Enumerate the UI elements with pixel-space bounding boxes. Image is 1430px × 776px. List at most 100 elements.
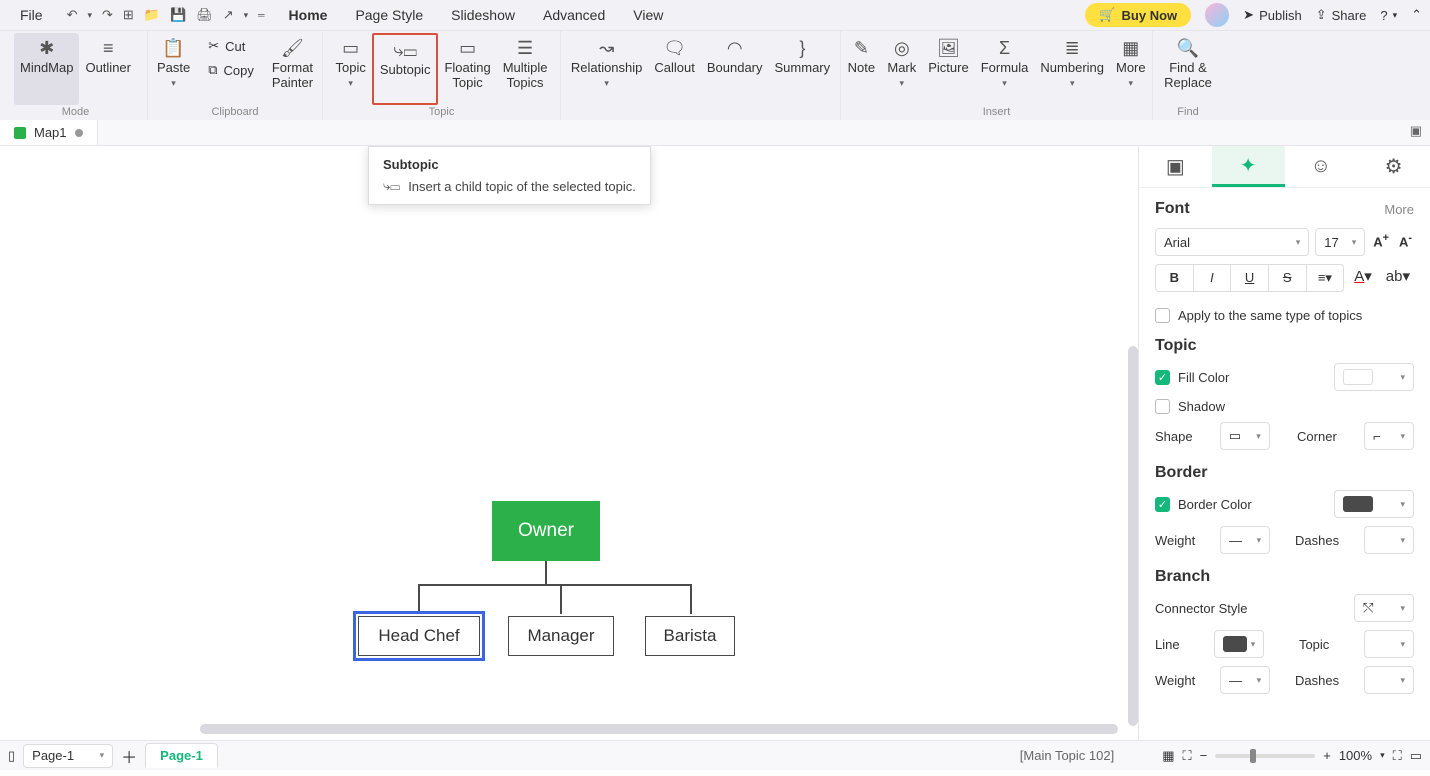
summary-button[interactable]: } Summary [769,33,837,105]
cut-button[interactable]: ✂ Cut [202,35,260,57]
topic-button[interactable]: ▭ Topic ▾ [330,33,372,105]
sidetab-style[interactable]: ✦ [1212,146,1285,187]
strike-button[interactable]: S [1269,265,1307,291]
shadow-checkbox[interactable] [1155,399,1170,414]
picture-button[interactable]: 🖼 Picture [922,33,974,105]
sidetab-icons[interactable]: ☺ [1285,146,1358,187]
font-size-dropdown[interactable]: 17 ▾ [1315,228,1365,256]
menu-view[interactable]: View [621,3,675,27]
sidetab-settings[interactable]: ⚙ [1357,146,1430,187]
menu-advanced[interactable]: Advanced [531,3,617,27]
canvas[interactable]: Subtopic ⤷▭ Insert a child topic of the … [0,146,1138,740]
share-button[interactable]: ⇪ Share [1316,7,1367,23]
paste-button[interactable]: 📋 Paste ▾ [151,33,196,105]
node-owner[interactable]: Owner [492,501,600,561]
boundary-button[interactable]: ◠ Boundary [701,33,769,105]
multiple-topics-button[interactable]: ☰ Multiple Topics [497,33,554,105]
menu-page-style[interactable]: Page Style [343,3,435,27]
zoom-slider[interactable] [1215,754,1315,758]
mindmap-button[interactable]: ✱ MindMap [14,33,79,105]
fullscreen-icon[interactable]: ⛶ [1393,748,1402,764]
page-selector-dropdown[interactable]: Page-1 ▾ [23,744,113,768]
add-page-button[interactable]: ＋ [121,744,137,768]
numbering-button[interactable]: ≣ Numbering ▾ [1034,33,1110,105]
branch-weight-dropdown[interactable]: —▾ [1220,666,1270,694]
export-icon[interactable]: ↗ [221,5,236,25]
export-dropdown-icon[interactable]: ▾ [242,8,251,23]
bold-button[interactable]: B [1156,265,1194,291]
format-painter-button[interactable]: 🖌 Format Painter [266,33,319,105]
branch-dashes-dropdown[interactable]: ▾ [1364,666,1414,694]
zoom-thumb[interactable] [1250,749,1256,763]
border-dashes-dropdown[interactable]: ▾ [1364,526,1414,554]
group-label-mode: Mode [62,106,90,120]
print-icon[interactable]: 🖨 [194,5,215,25]
qat-customize-icon[interactable]: ═ [256,8,266,22]
node-barista[interactable]: Barista [645,616,735,656]
connector-style-dropdown[interactable]: ⤲▾ [1354,594,1414,622]
zoom-in-button[interactable]: + [1323,748,1331,763]
fill-color-checkbox[interactable]: ✓ [1155,370,1170,385]
menu-home[interactable]: Home [277,3,340,27]
border-color-dropdown[interactable]: ▾ [1334,490,1414,518]
buy-now-button[interactable]: 🛒 Buy Now [1085,3,1191,27]
decrease-font-button[interactable]: A- [1397,228,1414,256]
border-weight-dropdown[interactable]: —▾ [1220,526,1270,554]
page-tab[interactable]: Page-1 [145,743,218,768]
vertical-scrollbar[interactable] [1128,346,1138,726]
italic-button[interactable]: I [1194,265,1232,291]
corner-dropdown[interactable]: ⌐▾ [1364,422,1414,450]
branch-line-dropdown[interactable]: ▾ [1214,630,1264,658]
sidetab-page[interactable]: ▣ [1139,146,1212,187]
menu-file[interactable]: File [8,3,55,27]
undo-dropdown-icon[interactable]: ▾ [85,8,94,23]
copy-button[interactable]: ⧉ Copy [202,59,260,81]
more-button[interactable]: ▦ More ▾ [1110,33,1152,105]
border-color-checkbox[interactable]: ✓ [1155,497,1170,512]
panel-toggle-icon[interactable]: ▣ [1410,123,1422,139]
undo-icon[interactable]: ↶ [65,5,80,25]
avatar[interactable] [1205,3,1229,27]
minimize-icon[interactable]: ▭ [1410,748,1422,764]
document-tab[interactable]: Map1 [0,120,98,145]
align-button[interactable]: ≡▾ [1307,265,1344,291]
horizontal-scrollbar[interactable] [200,724,1118,734]
apply-same-type-checkbox[interactable] [1155,308,1170,323]
redo-icon[interactable]: ↷ [100,5,115,25]
presentation-icon[interactable]: ▦ [1162,748,1174,764]
mark-button[interactable]: ◎ Mark ▾ [881,33,922,105]
font-color-button[interactable]: A▾ [1350,264,1376,290]
save-icon[interactable]: 💾 [168,5,188,25]
underline-button[interactable]: U [1231,265,1269,291]
subtopic-button[interactable]: ⤷▭ Subtopic [372,33,439,105]
collapse-ribbon-icon[interactable]: ⌃ [1411,7,1422,23]
border-color-label: Border Color [1178,497,1252,512]
zoom-out-button[interactable]: − [1200,748,1208,763]
font-family-dropdown[interactable]: Arial ▾ [1155,228,1309,256]
help-button[interactable]: ? ▾ [1380,8,1397,23]
menu-slideshow[interactable]: Slideshow [439,3,527,27]
zoom-value[interactable]: 100% [1339,748,1372,763]
new-icon[interactable]: ⊞ [121,5,136,25]
relationship-button[interactable]: ↝ Relationship ▾ [565,33,649,105]
font-more-link[interactable]: More [1384,202,1414,217]
increase-font-button[interactable]: A+ [1371,228,1391,256]
note-button[interactable]: ✎ Note [841,33,881,105]
fit-page-icon[interactable]: ⛶ [1183,748,1192,764]
zoom-dropdown-icon[interactable]: ▾ [1380,750,1385,761]
outliner-button[interactable]: ≡ Outliner [79,33,137,105]
callout-button[interactable]: 🗨 Callout [648,33,700,105]
node-head-chef[interactable]: Head Chef [358,616,480,656]
boundary-icon: ◠ [727,37,743,59]
node-manager[interactable]: Manager [508,616,614,656]
publish-button[interactable]: ➤ Publish [1243,7,1302,23]
case-button[interactable]: ab▾ [1382,264,1414,290]
floating-topic-button[interactable]: ▭ Floating Topic [438,33,496,105]
formula-button[interactable]: Σ Formula ▾ [975,33,1035,105]
find-replace-button[interactable]: 🔍 Find & Replace [1158,33,1218,105]
fill-color-dropdown[interactable]: ▾ [1334,363,1414,391]
open-icon[interactable]: 📁 [142,5,162,25]
shadow-label: Shadow [1178,399,1225,414]
outline-pane-icon[interactable]: ▯ [8,748,15,764]
shape-dropdown[interactable]: ▭▾ [1220,422,1270,450]
